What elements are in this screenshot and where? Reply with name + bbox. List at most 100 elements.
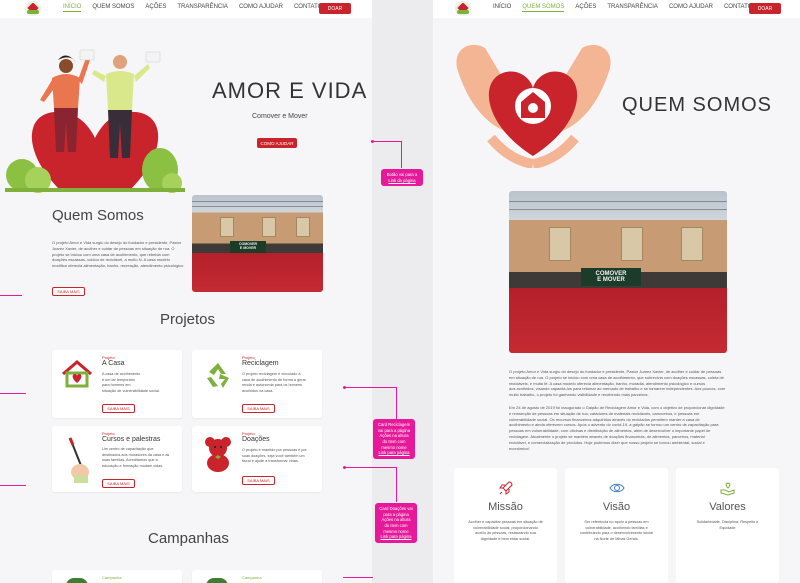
connector-line — [0, 485, 26, 486]
hand-heart-icon — [720, 482, 735, 496]
connector-line — [372, 141, 402, 142]
building-photo: COMOVER E MOVER — [192, 195, 323, 292]
project-line: acolhidos na casa. — [242, 388, 274, 393]
annotation-note-button: Botão vai para a Link da página — [381, 169, 423, 187]
projects-section-title: Projetos — [160, 311, 216, 328]
campaign-icon — [206, 578, 228, 583]
note-link[interactable]: Link para página — [379, 450, 410, 455]
hero-illustration — [5, 49, 185, 193]
project-card-cursos[interactable]: Projeto Cursos e palestras Um centro de … — [52, 426, 182, 492]
nav-item-transparencia[interactable]: TRANSPARÊNCIA — [177, 4, 228, 12]
hand-pen-icon — [68, 437, 89, 483]
feature-card-missao: Missão Acolher e capacitar pessoas em si… — [454, 468, 557, 583]
sign-line: E MOVER — [597, 277, 625, 283]
connector-line — [0, 295, 22, 296]
project-saiba-mais-button[interactable]: SAIBA MAIS — [242, 476, 275, 485]
campaign-kicker: Campanha — [242, 575, 262, 580]
project-description: O projeto é mantido por pessoas e por su… — [242, 448, 307, 465]
project-saiba-mais-button[interactable]: SAIBA MAIS — [102, 479, 135, 488]
nav-item-quem-somos[interactable]: QUEM SOMOS — [92, 4, 134, 12]
donate-button[interactable]: DOAR — [749, 3, 781, 14]
connector-line — [401, 141, 402, 168]
paragraph-line: muito trabalho, o projeto foi ganhando v… — [509, 392, 649, 398]
project-saiba-mais-button[interactable]: SAIBA MAIS — [242, 404, 275, 413]
campaign-icon — [66, 578, 88, 583]
connector-line — [396, 467, 397, 502]
about-paragraph-1: O projeto Amor e Vida surgiu do desejo d… — [509, 369, 734, 398]
annotation-note-reciclagem: Card Reciclagem vai para a página Ações … — [373, 419, 415, 460]
campaign-card[interactable]: Campanha — [52, 570, 182, 583]
eye-icon — [609, 483, 625, 493]
nav-item-inicio[interactable]: INÍCIO — [493, 4, 511, 12]
project-card-a-casa[interactable]: Projeto A Casa A casa de acolhimento é u… — [52, 350, 182, 418]
feature-line: Ser referência no apoio a pessoas em — [584, 520, 649, 524]
feature-line: Solidariedade, Disciplina, Respeito e — [696, 520, 759, 524]
project-line: O projeto é mantido por pessoas e por — [242, 448, 307, 452]
project-saiba-mais-button[interactable]: SAIBA MAIS — [102, 404, 135, 413]
feature-line: na Norte de Minas Gerais. — [594, 536, 639, 541]
note-line: Card Reciclagem — [377, 422, 411, 427]
feature-title: Visão — [602, 501, 631, 513]
nav-item-como-ajudar[interactable]: COMO AJUDAR — [669, 4, 713, 12]
feature-line: dignidade e bem estar social. — [480, 536, 531, 541]
nav-item-como-ajudar[interactable]: COMO AJUDAR — [239, 4, 283, 12]
note-link[interactable]: Link para página — [381, 534, 412, 539]
teddy-bear-icon — [205, 437, 231, 472]
annotation-note-doacoes: Card Doações vai para a página Ações na … — [375, 503, 417, 544]
about-saiba-mais-button[interactable]: SAIBA MAIS — [52, 287, 85, 296]
feature-line: Equidade — [719, 525, 736, 530]
project-line: situação de vulnerabilidade social. — [102, 388, 160, 393]
project-title: Reciclagem — [242, 360, 279, 367]
nav-item-acoes[interactable]: AÇÕES — [575, 4, 596, 12]
note-line: Card Doações vai — [379, 506, 413, 511]
about-paragraph-2: Em 24 de agosto de 2019 foi inaugurado o… — [509, 405, 734, 451]
feature-title: Missão — [488, 501, 523, 513]
project-line: educação e formação mudam vidas. — [102, 463, 164, 468]
project-line: renda e autonomia para os homens — [242, 383, 302, 387]
house-heart-icon — [62, 360, 92, 388]
about-line: Juarez Xavier, de acolher e cuidar de pe… — [52, 245, 175, 251]
feature-text: Solidariedade, Disciplina, Respeito e Eq… — [684, 520, 771, 531]
quem-somos-page-artboard: INÍCIO QUEM SOMOS AÇÕES TRANSPARÊNCIA CO… — [433, 0, 800, 583]
project-line: O projeto reciclagem é vinculado à — [242, 372, 301, 376]
paragraph-line: em situação de rua. O projeto se iniciou… — [509, 374, 725, 380]
paragraph-line: Em 24 de agosto de 2019 foi inaugurado o… — [509, 405, 725, 410]
top-navigation: INÍCIO QUEM SOMOS AÇÕES TRANSPARÊNCIA CO… — [0, 0, 372, 18]
about-line: modifica oferecia alimentação, banho, re… — [52, 263, 184, 269]
project-title: A Casa — [102, 360, 125, 367]
feature-card-valores: Valores Solidariedade, Disciplina, Respe… — [676, 468, 779, 583]
project-description: A casa de acolhimento é um lar temporári… — [102, 372, 160, 394]
building-sign: COMOVER E MOVER — [230, 241, 266, 253]
nav-item-quem-somos[interactable]: QUEM SOMOS — [522, 4, 565, 12]
donate-button[interactable]: DOAR — [319, 3, 351, 14]
rocket-icon — [499, 481, 513, 495]
paragraph-line: econômico! — [509, 445, 530, 451]
top-navigation: INÍCIO QUEM SOMOS AÇÕES TRANSPARÊNCIA CO… — [433, 0, 800, 18]
campaign-kicker: Campanha — [102, 575, 122, 580]
hero-subtitle: Comover e Mover — [252, 113, 308, 120]
como-ajudar-button[interactable]: COMO AJUDAR — [257, 138, 297, 148]
amor-e-vida-logo[interactable] — [455, 1, 471, 16]
connector-line — [343, 577, 373, 578]
nav-item-inicio[interactable]: INÍCIO — [63, 4, 82, 12]
project-card-reciclagem[interactable]: Projeto Reciclagem O projeto reciclagem … — [192, 350, 322, 418]
project-description: O projeto reciclagem é vinculado à casa … — [242, 372, 306, 394]
about-section-title: Quem Somos — [52, 207, 144, 224]
project-description: Um centro de capacitação que destinados … — [102, 447, 169, 469]
paragraph-line: reciclável, e comercialização de produto… — [509, 439, 705, 445]
about-paragraph: O projeto Amor e Vida surgiu do desejo d… — [52, 240, 187, 269]
project-line: fiscal e ajude a transformar vidas. — [242, 459, 299, 463]
nav-item-transparencia[interactable]: TRANSPARÊNCIA — [607, 4, 658, 12]
connector-line — [0, 393, 26, 394]
home-page-artboard: INÍCIO QUEM SOMOS AÇÕES TRANSPARÊNCIA CO… — [0, 0, 372, 583]
nav-item-acoes[interactable]: AÇÕES — [145, 4, 166, 12]
note-link[interactable]: Link da página — [388, 178, 415, 183]
feature-line: Acolher e capacitar pessoas em situação … — [468, 520, 543, 524]
project-title: Cursos e palestras — [102, 436, 161, 443]
amor-e-vida-logo[interactable] — [25, 1, 41, 16]
about-line: O projeto Amor e Vida surgiu do desejo d… — [52, 240, 182, 245]
campaign-card[interactable]: Campanha — [192, 570, 322, 583]
project-card-doacoes[interactable]: Projeto Doações O projeto é mantido por … — [192, 426, 322, 492]
hero-title: AMOR E VIDA — [212, 78, 368, 103]
campaigns-section-title: Campanhas — [148, 530, 229, 547]
